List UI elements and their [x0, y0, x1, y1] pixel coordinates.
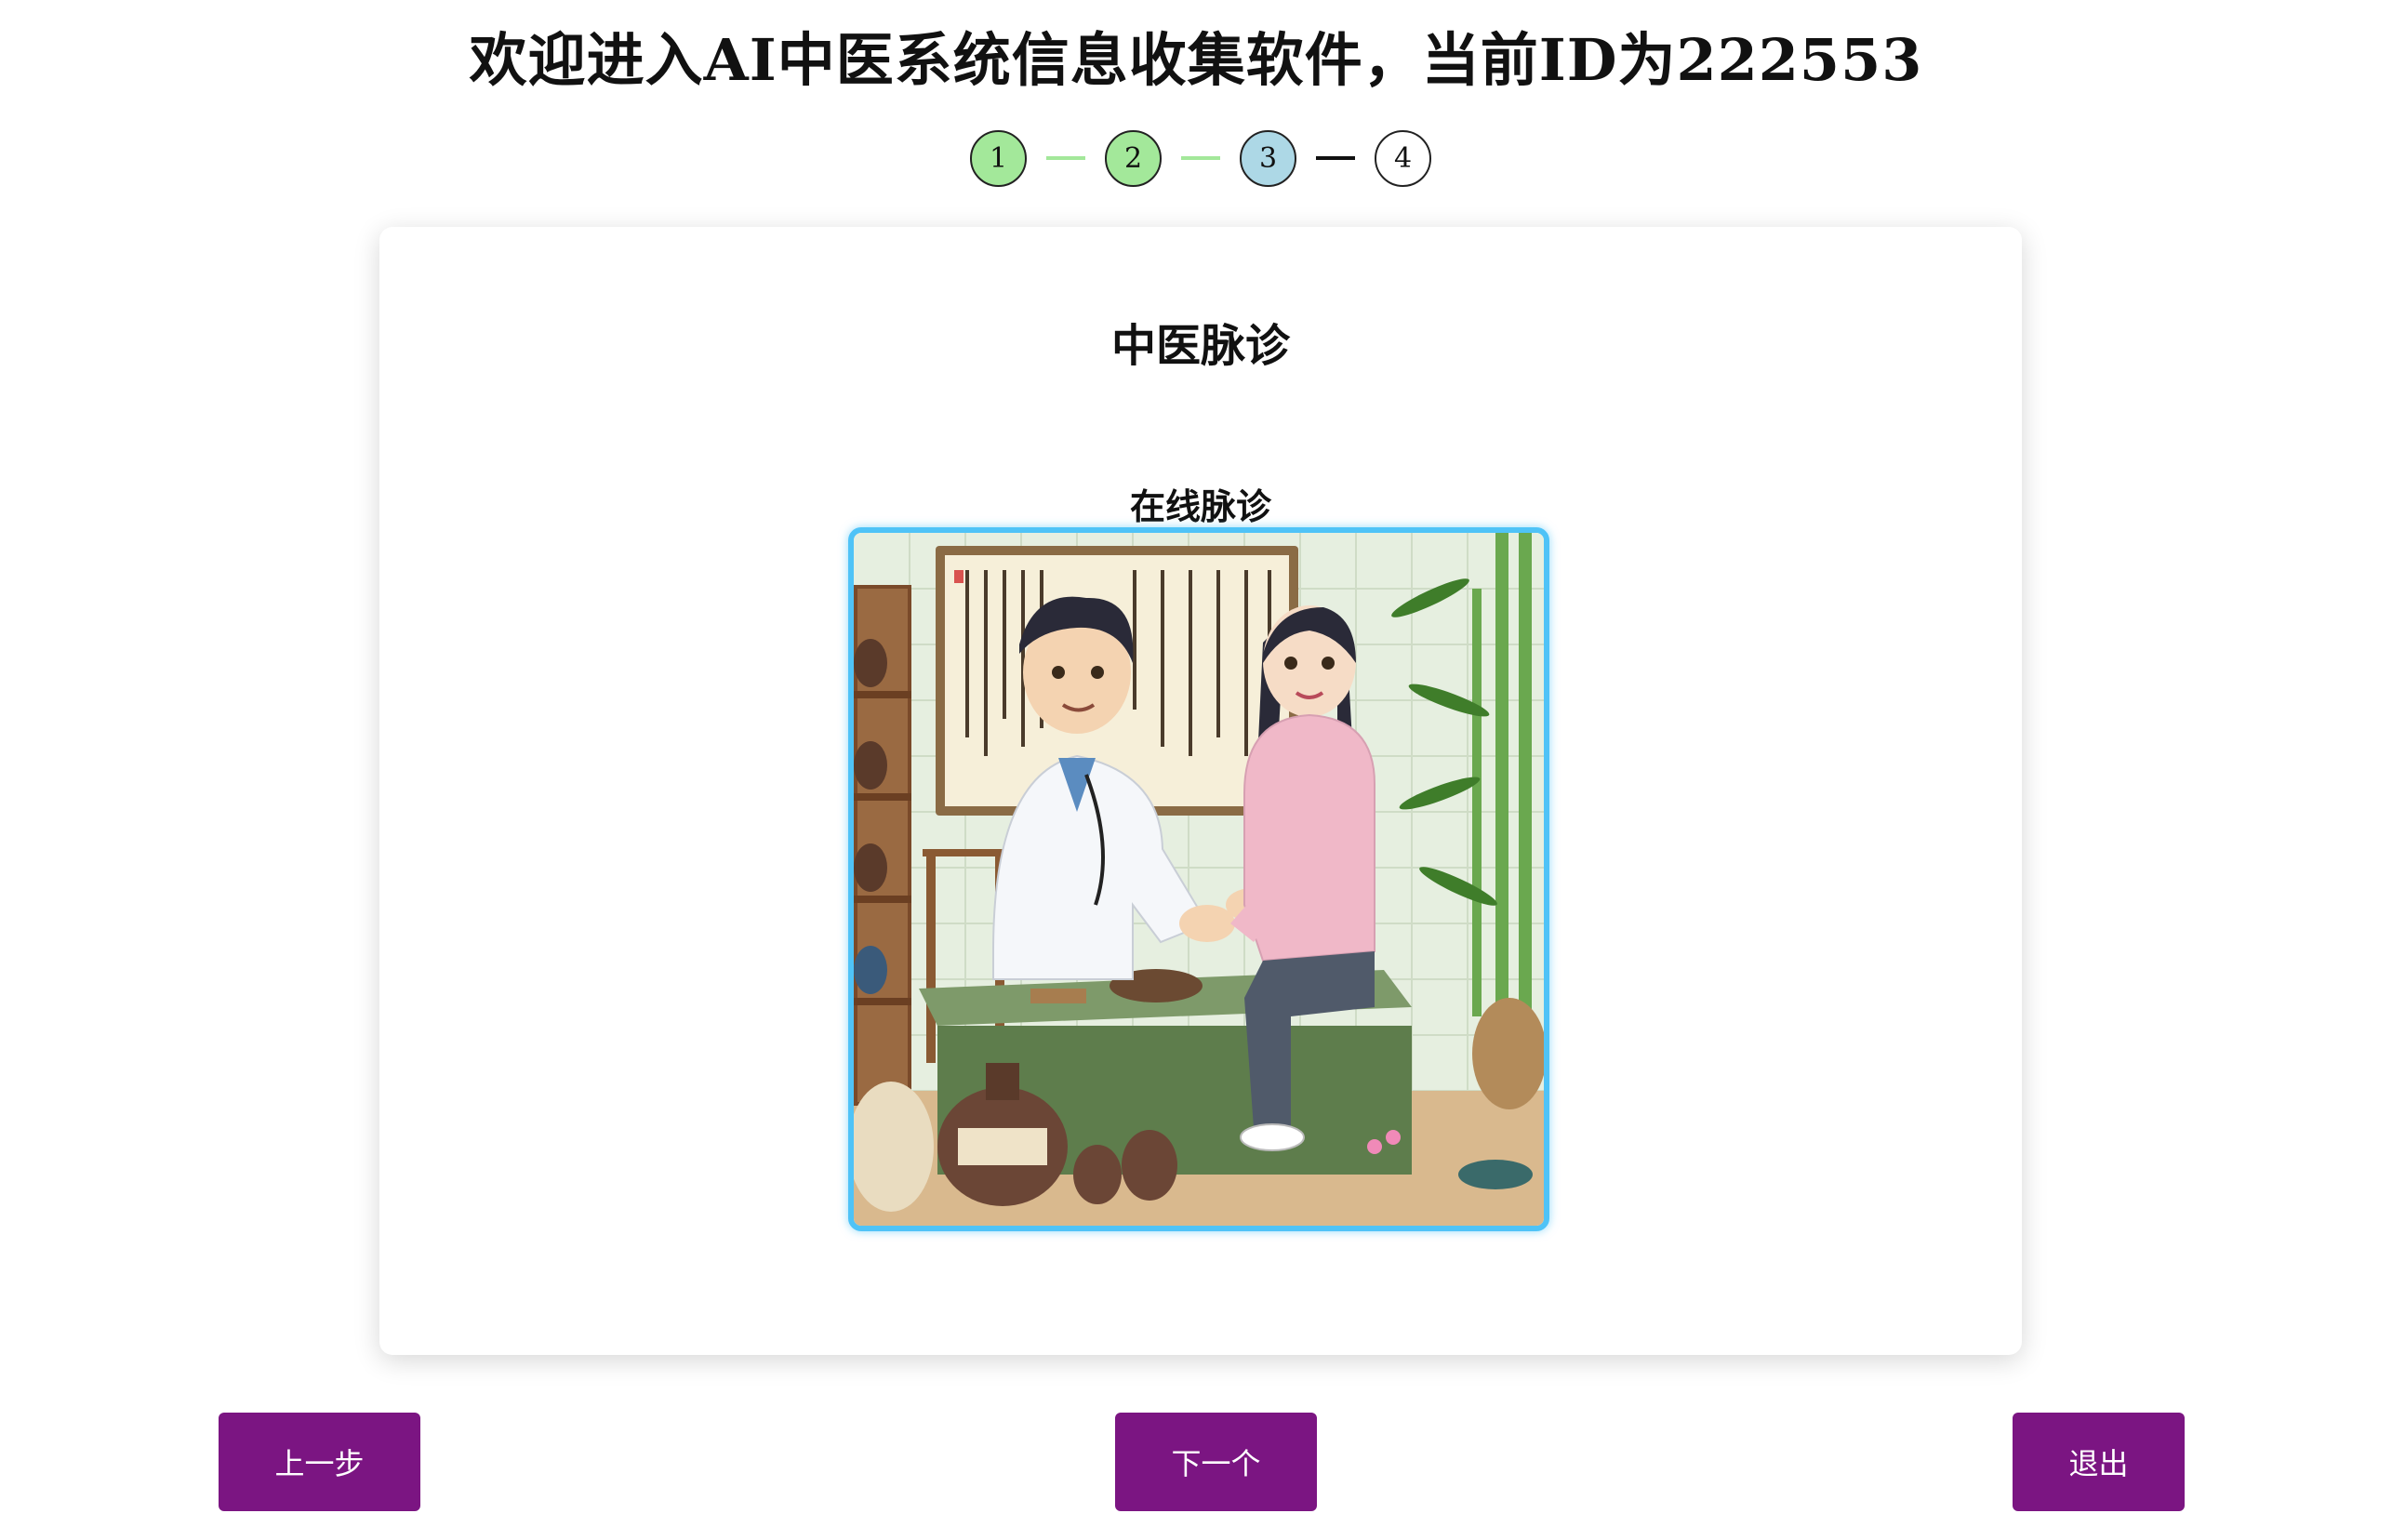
- card-title: 中医脉诊: [1110, 320, 1290, 372]
- card-subtitle: 在线脉诊: [1129, 485, 1271, 527]
- content-card: 中医脉诊 在线脉诊: [379, 227, 2022, 1355]
- next-button[interactable]: 下一个: [1115, 1413, 1317, 1511]
- exit-button[interactable]: 退出: [2013, 1413, 2185, 1511]
- progress-stepper: 1 2 3 4: [970, 127, 1431, 189]
- step-connector: [1046, 156, 1085, 160]
- step-2: 2: [1105, 129, 1162, 187]
- step-connector: [1316, 156, 1355, 160]
- pulse-diagnosis-illustration: [848, 527, 1549, 1231]
- page: 欢迎进入AI中医系统信息收集软件，当前ID为222553 1 2 3 4 中医脉…: [0, 0, 2392, 1540]
- previous-step-button[interactable]: 上一步: [219, 1413, 420, 1511]
- step-1: 1: [970, 129, 1027, 187]
- step-3: 3: [1240, 129, 1296, 187]
- step-connector: [1181, 156, 1220, 160]
- page-title: 欢迎进入AI中医系统信息收集软件，当前ID为222553: [469, 26, 1923, 94]
- step-4: 4: [1375, 129, 1431, 187]
